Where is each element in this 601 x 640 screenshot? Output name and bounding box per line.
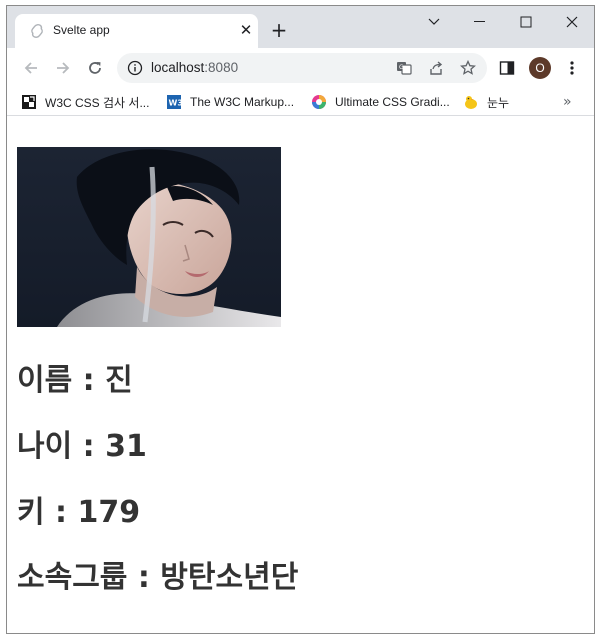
w3c-icon: W3	[167, 95, 183, 109]
profile-height: 키 : 179	[17, 495, 140, 531]
site-info-icon[interactable]	[127, 60, 143, 76]
browser-window: Svelte app ✕ + localhost:8080 G O W3C CS…	[6, 5, 595, 634]
address-bar[interactable]: localhost:8080 G	[117, 53, 487, 83]
translate-icon[interactable]: G	[395, 59, 413, 77]
tab-svelte-app[interactable]: Svelte app ✕	[15, 14, 258, 48]
reload-icon[interactable]	[83, 56, 107, 80]
name-value: 진	[105, 363, 133, 398]
bookmark-item-w3c-css[interactable]: W3C CSS 검사 서...	[21, 93, 149, 111]
tab-search-chevron-icon[interactable]	[422, 12, 446, 32]
bookmark-label: Ultimate CSS Gradi...	[335, 95, 450, 109]
noonnu-icon	[465, 96, 477, 109]
member-photo	[17, 147, 281, 327]
bookmark-item-w3c-markup[interactable]: W3 The W3C Markup...	[166, 93, 294, 111]
profile-avatar[interactable]: O	[529, 57, 551, 79]
maximize-icon[interactable]	[514, 12, 538, 32]
separator: :	[72, 363, 106, 398]
browser-toolbar: localhost:8080 G O	[7, 48, 594, 88]
menu-kebab-icon[interactable]	[562, 58, 582, 78]
separator: :	[44, 495, 78, 530]
bookmark-item-noonnu[interactable]: 눈누	[463, 93, 509, 111]
page-content: 이름 : 진 나이 : 31 키 : 179 소속그룹 : 방탄소년단	[7, 117, 594, 633]
bookmark-label: 눈누	[487, 95, 510, 110]
close-window-icon[interactable]	[560, 12, 584, 32]
height-value: 179	[77, 495, 141, 530]
share-icon[interactable]	[427, 59, 445, 77]
url-text[interactable]: localhost:8080	[151, 60, 238, 75]
group-label: 소속그룹	[17, 560, 128, 595]
profile-name: 이름 : 진	[17, 363, 133, 399]
side-panel-icon[interactable]	[497, 58, 517, 78]
new-tab-button[interactable]: +	[269, 20, 289, 40]
group-value: 방탄소년단	[160, 560, 299, 595]
profile-age: 나이 : 31	[17, 429, 147, 465]
separator: :	[72, 429, 106, 464]
bookmark-item-ultimate-css-gradient[interactable]: Ultimate CSS Gradi...	[311, 93, 450, 111]
bookmarks-bar: W3C CSS 검사 서... W3 The W3C Markup... Ult…	[7, 88, 594, 116]
svg-text:W3: W3	[169, 99, 183, 108]
w3c-css-icon	[22, 95, 36, 109]
name-label: 이름	[17, 363, 73, 398]
age-label: 나이	[17, 429, 73, 464]
tab-title: Svelte app	[53, 23, 110, 37]
url-port: :8080	[204, 60, 239, 75]
svg-text:G: G	[399, 64, 404, 71]
close-tab-icon[interactable]: ✕	[237, 21, 255, 39]
bookmark-label: The W3C Markup...	[190, 95, 295, 109]
tab-strip: Svelte app ✕ +	[7, 6, 594, 48]
forward-arrow-icon[interactable]	[51, 56, 75, 80]
minimize-icon[interactable]	[468, 12, 492, 32]
age-value: 31	[105, 429, 147, 464]
url-host: localhost	[151, 60, 205, 75]
bookmark-star-icon[interactable]	[459, 59, 477, 77]
separator: :	[127, 560, 161, 595]
gradient-icon	[312, 95, 326, 109]
height-label: 키	[17, 495, 45, 530]
back-arrow-icon[interactable]	[19, 56, 43, 80]
svelte-favicon-icon	[31, 24, 43, 38]
bookmark-label: W3C CSS 검사 서...	[45, 95, 150, 110]
more-bookmarks-chevron-icon[interactable]: »	[563, 94, 572, 110]
profile-group: 소속그룹 : 방탄소년단	[17, 560, 298, 596]
